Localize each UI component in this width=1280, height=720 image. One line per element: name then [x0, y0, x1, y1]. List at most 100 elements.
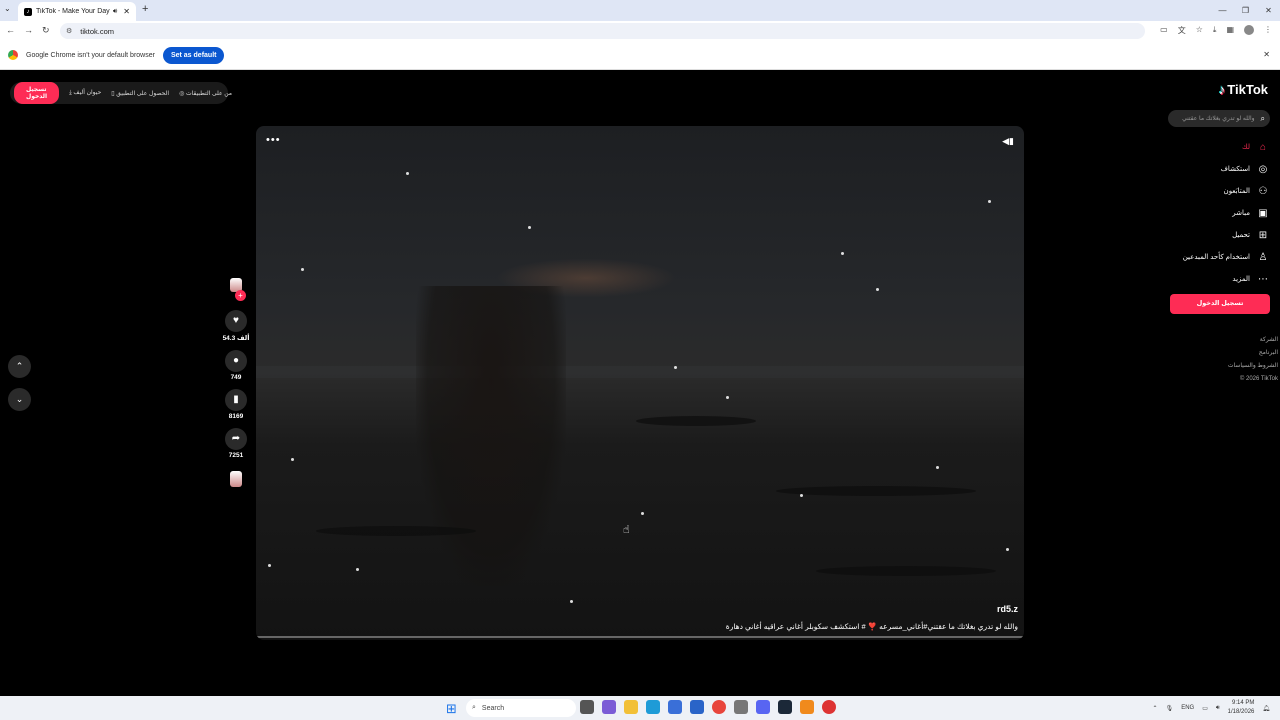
tray-chevron-icon[interactable]: ⌃	[1153, 705, 1158, 712]
close-window-icon[interactable]: ✕	[1257, 0, 1280, 21]
taskbar-apps	[580, 700, 836, 714]
sidebar-login-button[interactable]: تسجيل الدخول	[1170, 294, 1270, 314]
forward-icon[interactable]: →	[24, 25, 33, 36]
taskbar-search[interactable]: ⌕ Search	[466, 699, 576, 717]
sidebar-item-label: مباشر	[1232, 210, 1250, 217]
snow-particle	[301, 268, 304, 271]
tiktok-note-icon: ♪	[1218, 82, 1226, 97]
profile-avatar[interactable]	[1244, 25, 1254, 35]
video-author[interactable]: rd5.z	[997, 604, 1018, 614]
vlc-icon[interactable]	[800, 700, 814, 714]
pet-link[interactable]: ⤓ حيوان أليف	[69, 89, 101, 97]
snow-particle	[356, 568, 359, 571]
sidebar-item-more[interactable]: المزيد ⋯	[1170, 268, 1270, 290]
back-icon[interactable]: ←	[6, 25, 15, 36]
extensions-icon[interactable]: ▦	[1226, 25, 1234, 36]
comment-button[interactable]: ●	[225, 350, 247, 372]
video-player[interactable]: ••• ◀▮ rd5.z والله لو تدري بغلاتك ما عقت…	[256, 126, 1024, 640]
creator-avatar[interactable]: +	[228, 278, 246, 301]
bookmark-star-icon[interactable]: ☆	[1196, 25, 1203, 36]
mail-icon[interactable]	[690, 700, 704, 714]
menu-icon[interactable]: ⋮	[1264, 25, 1272, 36]
file-explorer-icon[interactable]	[624, 700, 638, 714]
follow-plus-icon[interactable]: +	[235, 290, 246, 301]
translate-icon[interactable]: 文	[1178, 25, 1186, 36]
video-progress-bar[interactable]	[256, 636, 1024, 638]
tab-search-icon[interactable]: ⌄	[4, 4, 11, 13]
volume-icon[interactable]: ◀▮	[1002, 136, 1014, 147]
reload-icon[interactable]: ↻	[42, 25, 50, 36]
network-icon[interactable]: ▭	[1202, 705, 1208, 712]
system-tray: ⌃ 🎙︎ ENG ▭ 🔊︎ 9:14 PM 1/18/2026 🔔︎	[1153, 699, 1270, 717]
sidebar-item-label: المزيد	[1232, 276, 1250, 283]
comment-icon: ●	[232, 355, 240, 366]
windows-start-icon[interactable]: ⊞	[446, 701, 457, 717]
footer-link[interactable]: الشركة	[1228, 334, 1278, 347]
snow-particle	[988, 200, 991, 203]
sidebar-item-foryou[interactable]: لك ⌂	[1170, 136, 1270, 158]
chrome-icon[interactable]	[712, 700, 726, 714]
omnibox[interactable]: ⚙ tiktok.com	[60, 23, 1145, 39]
address-bar-row: ← → ↻ ⚙ tiktok.com ▭ 文 ☆ ⤓ ▦ ⋮	[0, 21, 1280, 41]
footer-link[interactable]: البرنامج	[1228, 347, 1278, 360]
like-button[interactable]: ♥	[225, 310, 247, 332]
tiktok-page: تسجيل الدخول ⤓ حيوان أليف ▯ الحصول على ا…	[0, 70, 1280, 696]
settings-icon[interactable]	[734, 700, 748, 714]
top-login-button[interactable]: تسجيل الدخول	[14, 82, 60, 104]
sidebar-item-profile[interactable]: استخدام كأحد المبدعين ♙	[1170, 246, 1270, 268]
music-disc-icon[interactable]	[230, 471, 242, 487]
cast-icon[interactable]: ▭	[1160, 25, 1168, 36]
discord-icon[interactable]	[756, 700, 770, 714]
taskbar-clock[interactable]: 9:14 PM 1/18/2026	[1228, 699, 1255, 717]
notification-icon[interactable]: 🔔︎	[1262, 705, 1270, 712]
site-info-icon[interactable]: ⚙	[66, 27, 72, 35]
copilot-icon[interactable]	[602, 700, 616, 714]
apps-link[interactable]: ◎ من على التطبيقات	[179, 90, 232, 97]
speaker-icon[interactable]: 🔊︎	[113, 8, 117, 16]
sidebar-footer: الشركة البرنامج الشروط والسياسات © 2026 …	[1228, 334, 1278, 386]
sidebar-item-following[interactable]: المتابَعون ⚇	[1170, 180, 1270, 202]
store-icon[interactable]	[668, 700, 682, 714]
browser-tab[interactable]: ♪ TikTok - Make Your Day 🔊︎ ✕	[18, 2, 136, 21]
set-default-button[interactable]: Set as default	[162, 46, 225, 64]
previous-video-button[interactable]: ⌃	[8, 355, 31, 378]
snow-particle	[674, 366, 677, 369]
search-input[interactable]: والله لو تدري بغلاتك ما عقتني ⌕	[1168, 110, 1270, 127]
sidebar-item-live[interactable]: مباشر ▣	[1170, 202, 1270, 224]
get-app-link[interactable]: ▯ الحصول على التطبيق	[111, 90, 169, 97]
next-video-button[interactable]: ⌄	[8, 388, 31, 411]
snow-particle	[876, 288, 879, 291]
snow-particle	[528, 226, 531, 229]
window-controls: — ❐ ✕	[1211, 0, 1280, 21]
steam-icon[interactable]	[778, 700, 792, 714]
sidebar-item-label: المتابَعون	[1223, 188, 1250, 195]
maximize-icon[interactable]: ❐	[1234, 0, 1257, 21]
tiktok-logo[interactable]: ♪ TikTok	[1219, 82, 1268, 97]
share-button[interactable]: ➦	[225, 428, 247, 450]
sidebar-item-explore[interactable]: استكشاف ◎	[1170, 158, 1270, 180]
app-icon[interactable]	[822, 700, 836, 714]
search-icon[interactable]: ⌕	[1261, 114, 1265, 124]
footer-link[interactable]: الشروط والسياسات	[1228, 360, 1278, 373]
top-action-pill: تسجيل الدخول ⤓ حيوان أليف ▯ الحصول على ا…	[10, 82, 232, 104]
bookmark-button[interactable]: ▮	[225, 389, 247, 411]
sidebar-nav: لك ⌂ استكشاف ◎ المتابَعون ⚇ مباشر ▣ تحميل ⊞ ا…	[1170, 136, 1270, 290]
like-count: 54.3 ألف	[222, 335, 250, 342]
mic-icon[interactable]: 🎙︎	[1166, 705, 1174, 712]
sidebar-item-upload[interactable]: تحميل ⊞	[1170, 224, 1270, 246]
close-tab-icon[interactable]: ✕	[123, 7, 130, 16]
search-placeholder: والله لو تدري بغلاتك ما عقتني	[1182, 116, 1255, 122]
new-tab-button[interactable]: +	[142, 3, 148, 15]
language-indicator[interactable]: ENG	[1181, 705, 1194, 711]
sidebar-item-label: تحميل	[1232, 232, 1250, 239]
windows-taskbar: ⊞ ⌕ Search ⌃ 🎙︎ ENG ▭ 🔊︎ 9:14 PM 1/18/20…	[0, 696, 1280, 720]
more-options-icon[interactable]: •••	[266, 134, 281, 146]
snow-particle	[936, 466, 939, 469]
infobar-close-icon[interactable]: ✕	[1263, 50, 1270, 59]
minimize-icon[interactable]: —	[1211, 0, 1234, 21]
task-view-icon[interactable]	[580, 700, 594, 714]
url-text: tiktok.com	[80, 26, 115, 36]
edge-icon[interactable]	[646, 700, 660, 714]
volume-tray-icon[interactable]: 🔊︎	[1216, 705, 1220, 712]
download-icon[interactable]: ⤓	[1213, 25, 1217, 36]
